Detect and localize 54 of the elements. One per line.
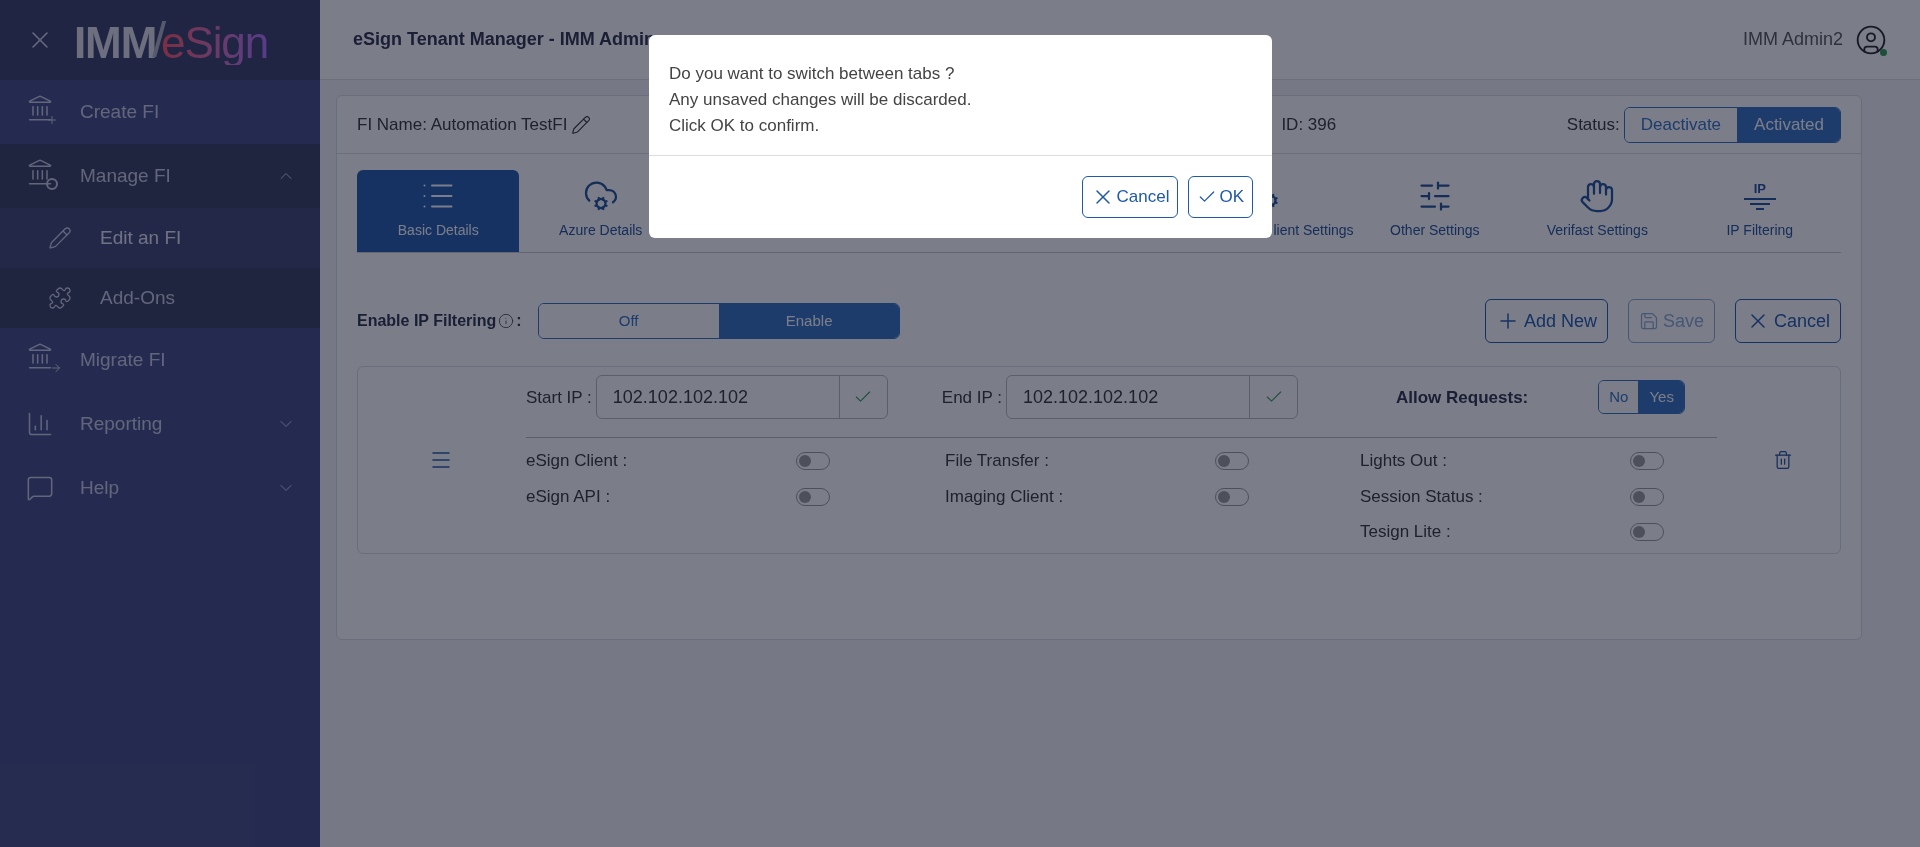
toggle-label: Imaging Client : xyxy=(945,485,1065,508)
hand-icon xyxy=(1579,178,1616,214)
dialog-message: Click OK to confirm. xyxy=(669,115,821,137)
logo: IMM/eSign xyxy=(74,15,269,65)
bar-chart-icon xyxy=(26,410,54,438)
field-label: Allow Requests: xyxy=(1396,386,1529,409)
field-label: Start IP : xyxy=(526,386,592,409)
toggle-switch[interactable] xyxy=(1215,452,1249,470)
dialog-message: Do you want to switch between tabs ? xyxy=(669,63,956,85)
save-icon xyxy=(1638,311,1659,331)
dialog-button[interactable]: OK xyxy=(1188,176,1253,218)
help-icon xyxy=(26,474,54,502)
colon: : xyxy=(516,311,522,331)
tab[interactable]: Verifast Settings xyxy=(1516,170,1679,252)
toggle-label: eSign API : xyxy=(526,485,612,508)
ip-field[interactable]: 102.102.102.102 xyxy=(1006,375,1298,420)
status-label: Status: xyxy=(1566,113,1620,136)
toggle-switch[interactable] xyxy=(796,487,830,506)
tab[interactable]: Basic Details xyxy=(357,170,520,252)
field-label: End IP : xyxy=(941,386,1002,409)
tab[interactable]: Azure Details xyxy=(519,170,682,252)
tab[interactable]: Other Settings xyxy=(1353,170,1517,252)
toggle-label: Lights Out : xyxy=(1360,450,1448,473)
segment-option[interactable]: Activated xyxy=(1737,107,1840,142)
toggle-switch[interactable] xyxy=(1630,523,1664,541)
segment-option[interactable]: Enable xyxy=(718,304,899,338)
bank-arrow-icon xyxy=(26,341,62,374)
action-button[interactable]: Cancel xyxy=(1734,299,1841,343)
avatar-icon[interactable] xyxy=(1855,23,1887,56)
toggle-label: eSign Client : xyxy=(526,450,629,473)
toggle-label: File Transfer : xyxy=(945,450,1050,473)
action-button[interactable]: Add New xyxy=(1484,299,1608,343)
tab[interactable]: IP IP Filtering xyxy=(1678,170,1842,252)
field-label: Enable IP Filtering xyxy=(357,311,497,331)
toggle-switch[interactable] xyxy=(1215,487,1249,506)
bank-plus-icon xyxy=(26,93,54,122)
toggle-label: Session Status : xyxy=(1360,485,1484,508)
user-name: IMM Admin2 xyxy=(1742,28,1843,51)
toggle-switch[interactable] xyxy=(796,452,830,470)
puzzle-icon xyxy=(48,286,72,310)
fi-id: ID: 396 xyxy=(1281,113,1337,136)
trash-icon[interactable] xyxy=(1773,450,1793,470)
toggle-switch[interactable] xyxy=(1630,487,1664,506)
segment-option[interactable]: Yes xyxy=(1638,381,1684,414)
ip-field[interactable]: 102.102.102.102 xyxy=(595,375,888,420)
dialog-message: Any unsaved changes will be discarded. xyxy=(669,89,973,111)
toggle-label: Tesign Lite : xyxy=(1360,521,1452,544)
fi-name: FI Name: Automation TestFI xyxy=(357,113,568,136)
pencil-icon xyxy=(48,226,72,250)
pencil-icon[interactable] xyxy=(571,114,592,135)
toggle-switch[interactable] xyxy=(1630,452,1664,470)
info-icon[interactable] xyxy=(498,313,515,329)
sidebar-subitem[interactable]: Edit an FI xyxy=(0,208,320,268)
dialog-button[interactable]: Cancel xyxy=(1081,176,1179,218)
